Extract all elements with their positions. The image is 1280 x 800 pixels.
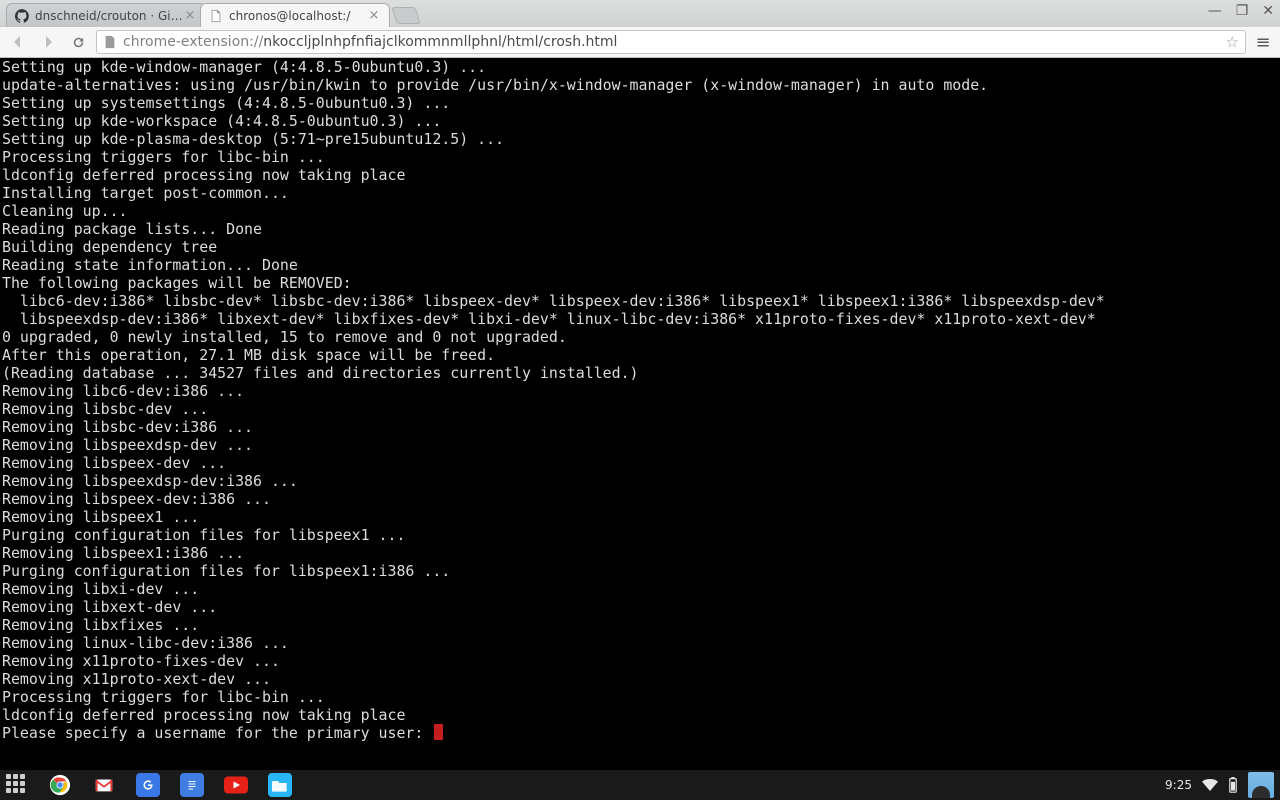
docs-app-icon[interactable]: [180, 773, 204, 797]
page-icon: [103, 35, 117, 49]
app-launcher-button[interactable]: [6, 774, 28, 796]
close-tab-icon[interactable]: ×: [367, 9, 381, 22]
terminal-cursor: [434, 724, 443, 740]
tab-title: dnschneid/crouton · GitH: [35, 9, 183, 23]
bookmark-star-icon[interactable]: ☆: [1226, 33, 1239, 51]
tab-strip: dnschneid/crouton · GitH × chronos@local…: [0, 0, 1280, 27]
chrome-app-icon[interactable]: [48, 773, 72, 797]
new-tab-button[interactable]: [391, 7, 421, 24]
page-favicon-icon: [209, 9, 223, 23]
window-controls: — ❐ ✕: [1208, 4, 1274, 18]
back-button[interactable]: [6, 30, 30, 54]
close-tab-icon[interactable]: ×: [183, 9, 197, 22]
youtube-app-icon[interactable]: [224, 773, 248, 797]
reload-button[interactable]: [66, 30, 90, 54]
chrome-menu-button[interactable]: ≡: [1252, 32, 1274, 53]
terminal-output[interactable]: Setting up kde-window-manager (4:4.8.5-0…: [0, 58, 1280, 770]
files-app-icon[interactable]: [268, 773, 292, 797]
window-close-icon[interactable]: ✕: [1262, 4, 1274, 18]
address-bar[interactable]: chrome-extension://nkoccljplnhpfnfiajclk…: [96, 30, 1246, 54]
tab-github[interactable]: dnschneid/crouton · GitH ×: [6, 3, 206, 27]
forward-button[interactable]: [36, 30, 60, 54]
window-minimize-icon[interactable]: —: [1208, 4, 1222, 18]
system-tray[interactable]: 9:25: [1165, 772, 1274, 798]
battery-icon: [1228, 777, 1238, 793]
google-search-app-icon[interactable]: [136, 773, 160, 797]
window-maximize-icon[interactable]: ❐: [1236, 4, 1249, 18]
tab-crosh[interactable]: chronos@localhost:/ ×: [200, 3, 390, 27]
url-scheme: chrome-extension://: [123, 34, 263, 50]
tab-title: chronos@localhost:/: [229, 9, 367, 23]
wifi-icon: [1202, 779, 1218, 791]
clock: 9:25: [1165, 778, 1192, 792]
github-favicon-icon: [15, 9, 29, 23]
url-text: chrome-extension://nkoccljplnhpfnfiajclk…: [123, 34, 1220, 50]
gmail-app-icon[interactable]: [92, 773, 116, 797]
browser-toolbar: chrome-extension://nkoccljplnhpfnfiajclk…: [0, 27, 1280, 58]
url-path: nkoccljplnhpfnfiajclkommnmllphnl/html/cr…: [263, 34, 617, 50]
chromeos-shelf: 9:25: [0, 770, 1280, 800]
user-avatar-icon[interactable]: [1248, 772, 1274, 798]
